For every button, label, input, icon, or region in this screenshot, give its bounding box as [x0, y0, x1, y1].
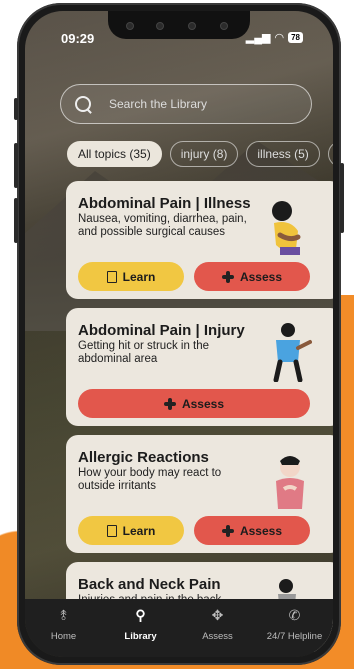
phone-frame: 09:29 ▂▄▆ ◠ 78 All topics (35) injury (8…: [14, 3, 344, 665]
phone-volume-up-button: [14, 143, 18, 188]
assess-button[interactable]: Assess: [194, 262, 310, 291]
app-screen: 09:29 ▂▄▆ ◠ 78 All topics (35) injury (8…: [25, 11, 333, 657]
tab-label: Library: [124, 631, 157, 642]
learn-button[interactable]: Learn: [78, 516, 184, 545]
medical-cross-icon: [221, 270, 234, 283]
search-bar[interactable]: [60, 84, 312, 124]
tab-label: 24/7 Helpline: [266, 631, 323, 642]
person-injury-illustration: [273, 323, 312, 382]
medical-cross-icon: [221, 524, 234, 537]
learn-label: Learn: [122, 269, 156, 284]
topic-card-abdominal-pain-injury[interactable]: Abdominal Pain | Injury Getting hit or s…: [66, 308, 333, 426]
signal-icon: ▂▄▆: [245, 32, 271, 44]
search-input[interactable]: [107, 96, 291, 112]
assess-label: Assess: [239, 269, 283, 284]
topic-card-allergic-reactions[interactable]: Allergic Reactions How your body may rea…: [66, 435, 333, 553]
cross-icon: ✥: [211, 607, 224, 623]
bottom-tab-bar: ⥉ Home ⚲ Library ✥ Assess ✆ 24/7 Helplin…: [25, 599, 333, 657]
phone-power-button: [340, 163, 344, 233]
search-icon: [75, 96, 91, 112]
search-icon: ⚲: [135, 607, 146, 623]
learn-label: Learn: [122, 523, 156, 538]
status-icons: ▂▄▆ ◠ 78: [246, 31, 303, 44]
medical-cross-icon: [163, 397, 176, 410]
tab-label: Home: [50, 631, 77, 642]
card-description: Nausea, vomiting, diarrhea, pain, and po…: [78, 213, 247, 238]
person-allergy-illustration: [276, 456, 304, 509]
tab-home[interactable]: ⥉ Home: [29, 607, 99, 642]
phone-notch: [108, 11, 250, 39]
assess-button[interactable]: Assess: [194, 516, 310, 545]
tab-label: Assess: [202, 631, 233, 642]
person-stomach-ache-illustration: [272, 201, 301, 255]
tab-helpline[interactable]: ✆ 24/7 Helpline: [260, 607, 330, 642]
card-title: Allergic Reactions: [78, 449, 209, 466]
chip-more[interactable]: te: [327, 141, 333, 167]
card-title: Back and Neck Pain: [78, 576, 221, 593]
phone-icon: ✆: [288, 607, 301, 623]
chip-injury[interactable]: injury (8): [169, 141, 239, 167]
book-icon: [106, 270, 117, 283]
card-description: How your body may react to outside irrit…: [78, 467, 222, 492]
battery-icon: 78: [288, 32, 303, 43]
learn-button[interactable]: Learn: [78, 262, 184, 291]
assess-label: Assess: [239, 523, 283, 538]
tree-icon: ⥉: [60, 607, 67, 623]
chip-all-topics[interactable]: All topics (35): [67, 141, 162, 167]
card-title: Abdominal Pain | Illness: [78, 195, 251, 212]
wifi-icon: ◠: [274, 32, 285, 44]
tab-library[interactable]: ⚲ Library: [106, 607, 176, 642]
topic-filter-chips: All topics (35) injury (8) illness (5) t…: [67, 141, 333, 167]
book-icon: [106, 524, 117, 537]
chip-illness[interactable]: illness (5): [246, 141, 320, 167]
phone-volume-down-button: [14, 198, 18, 243]
tab-assess[interactable]: ✥ Assess: [183, 607, 253, 642]
card-description: Getting hit or struck in the abdominal a…: [78, 340, 210, 365]
card-title: Abdominal Pain | Injury: [78, 322, 245, 339]
topic-card-abdominal-pain-illness[interactable]: Abdominal Pain | Illness Nausea, vomitin…: [66, 181, 333, 299]
phone-mute-button: [14, 98, 18, 120]
assess-label: Assess: [181, 396, 225, 411]
assess-button[interactable]: Assess: [78, 389, 310, 418]
status-time: 09:29: [61, 31, 95, 46]
